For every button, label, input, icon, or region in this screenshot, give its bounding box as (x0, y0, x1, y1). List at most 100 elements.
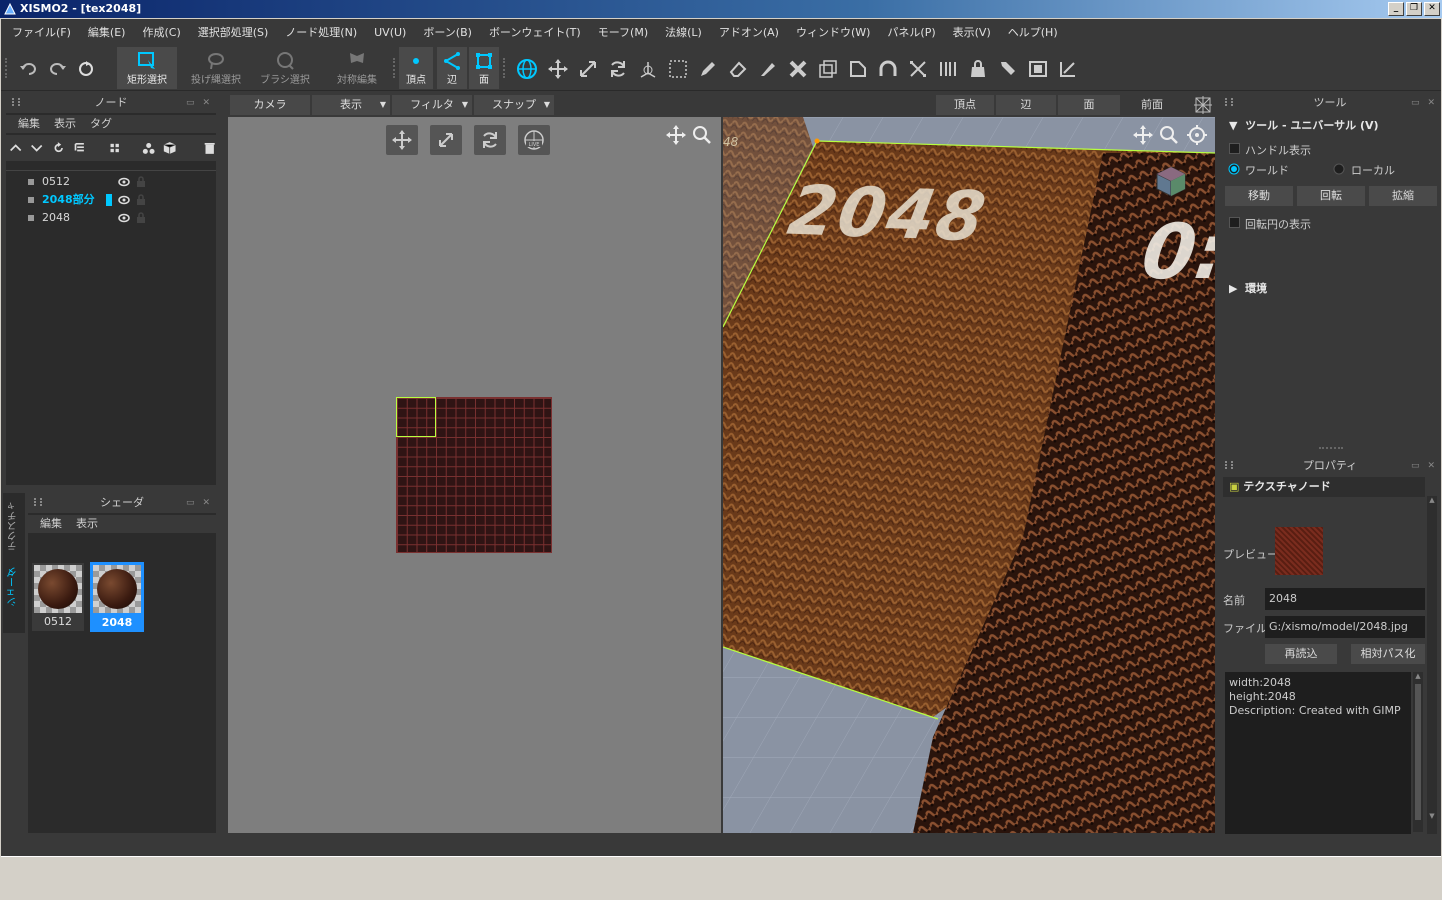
menu-bone-weight[interactable]: ボーンウェイト(T) (489, 24, 581, 40)
float-icon[interactable]: ▭ (1411, 97, 1420, 109)
bridge-icon[interactable] (877, 58, 899, 80)
close-panel-icon[interactable]: ✕ (202, 97, 210, 109)
axis-tool-icon[interactable] (637, 58, 659, 80)
close-panel-icon[interactable]: ✕ (202, 497, 210, 509)
rotate-button[interactable]: 回転 (1297, 186, 1365, 206)
marquee-icon[interactable] (667, 58, 689, 80)
zoom-icon[interactable] (692, 125, 712, 145)
shader-thumb-2048[interactable]: 2048 (90, 562, 144, 632)
tool-section-header[interactable]: ▼ ツール - ユニバーサル (V) (1229, 117, 1379, 133)
globe-icon[interactable] (516, 58, 538, 80)
menu-morph[interactable]: モーフ(M) (598, 24, 648, 40)
refresh-icon[interactable] (52, 140, 65, 156)
node-menu-edit[interactable]: 編集 (18, 115, 40, 133)
menu-uv[interactable]: UV(U) (374, 26, 406, 39)
lasso-select-button[interactable]: 投げ縄選択 (185, 47, 247, 89)
float-icon[interactable]: ▭ (186, 97, 195, 109)
close-panel-icon[interactable]: ✕ (1427, 460, 1435, 472)
reload-button[interactable]: 再読込 (1265, 644, 1337, 664)
shader-menu-view[interactable]: 表示 (76, 515, 98, 533)
scroll-thumb[interactable] (1415, 684, 1421, 820)
grid-icon[interactable] (108, 140, 121, 156)
menu-panel[interactable]: パネル(P) (887, 24, 935, 40)
knife-icon[interactable] (757, 58, 779, 80)
visible-eye-icon[interactable] (118, 177, 130, 187)
tree-item-2048-part[interactable]: 2048部分 (28, 191, 95, 209)
bevel-icon[interactable] (847, 58, 869, 80)
undo-icon[interactable] (17, 58, 39, 80)
minimize-button[interactable]: _ (1388, 2, 1404, 16)
local-radio-icon[interactable] (1333, 163, 1345, 175)
extrude-icon[interactable] (937, 58, 959, 80)
world-radio-icon[interactable] (1228, 163, 1240, 175)
orbit-icon[interactable] (1187, 125, 1207, 145)
eraser-icon[interactable] (727, 58, 749, 80)
environment-section[interactable]: ▶ 環境 (1229, 280, 1267, 296)
panel-grip-icon[interactable] (12, 98, 20, 106)
splitter-grip[interactable] (1319, 447, 1343, 449)
side-tab-shader[interactable]: シェーダ (6, 567, 21, 607)
vertex-point[interactable] (814, 138, 820, 144)
scroll-up-icon[interactable]: ▲ (1413, 672, 1423, 680)
zoom-icon[interactable] (1159, 125, 1179, 145)
brush-select-button[interactable]: ブラシ選択 (255, 47, 315, 89)
snap-dropdown[interactable]: スナップ ▼ (474, 95, 554, 115)
move-up-icon[interactable] (9, 140, 22, 156)
side-tab-texture[interactable]: テクスチャ (6, 501, 21, 551)
face-mode-button[interactable]: 面 (469, 47, 499, 89)
uv-move-button[interactable] (386, 125, 418, 155)
cube-icon[interactable] (163, 140, 176, 156)
file-path-field[interactable]: G:/xismo/model/2048.jpg (1265, 616, 1425, 638)
film-icon[interactable] (1027, 58, 1049, 80)
brush-icon[interactable] (997, 58, 1019, 80)
lock-icon[interactable] (136, 212, 146, 224)
menu-bone[interactable]: ボーン(B) (423, 24, 472, 40)
redo-icon[interactable] (47, 58, 69, 80)
pencil-icon[interactable] (697, 58, 719, 80)
rotate-tool-icon[interactable] (607, 58, 629, 80)
menu-file[interactable]: ファイル(F) (12, 24, 71, 40)
hierarchy-icon[interactable] (73, 140, 86, 156)
lock-icon[interactable] (136, 194, 146, 206)
menu-window[interactable]: ウィンドウ(W) (796, 24, 870, 40)
camera-tab[interactable]: カメラ (230, 95, 310, 115)
wireframe-toggle-icon[interactable] (1193, 95, 1213, 115)
node-menu-view[interactable]: 表示 (54, 115, 76, 133)
symmetric-edit-button[interactable]: 対称編集 (327, 47, 387, 89)
pan-icon[interactable] (1133, 125, 1153, 145)
vertex-view-tab[interactable]: 頂点 (936, 95, 994, 115)
scale-button[interactable]: 拡縮 (1369, 186, 1437, 206)
handle-display-checkbox[interactable] (1229, 143, 1240, 154)
restore-button[interactable]: ❐ (1406, 2, 1422, 16)
lock-icon[interactable] (136, 176, 146, 188)
panel-grip-icon[interactable] (1225, 461, 1233, 469)
move-tool-icon[interactable] (547, 58, 569, 80)
tree-item-2048[interactable]: 2048 (28, 209, 70, 227)
move-down-icon[interactable] (30, 140, 43, 156)
weld-icon[interactable] (787, 58, 809, 80)
scroll-down-icon[interactable]: ▼ (1427, 812, 1437, 820)
trash-icon[interactable] (203, 140, 216, 156)
scroll-up-icon[interactable]: ▲ (1427, 496, 1437, 504)
bone-node-icon[interactable] (142, 140, 155, 156)
view-cube-icon[interactable] (1153, 163, 1189, 199)
view-dropdown[interactable]: 表示 ▼ (312, 95, 390, 115)
uv-viewport[interactable]: LIVE (228, 117, 721, 833)
menu-edit[interactable]: 編集(E) (88, 24, 126, 40)
panel-scrollbar[interactable]: ▲ ▼ (1427, 496, 1437, 836)
uv-scale-button[interactable] (430, 125, 462, 155)
name-field[interactable]: 2048 (1265, 588, 1425, 610)
vertex-mode-button[interactable]: 頂点 (399, 47, 433, 89)
toolbar-grip[interactable] (5, 58, 9, 78)
tree-item-0512[interactable]: 0512 (28, 173, 70, 191)
face-view-tab[interactable]: 面 (1058, 95, 1120, 115)
visible-eye-icon[interactable] (118, 195, 130, 205)
shader-thumb-0512[interactable]: 0512 (32, 563, 84, 631)
menu-node[interactable]: ノード処理(N) (285, 24, 357, 40)
float-icon[interactable]: ▭ (1411, 460, 1420, 472)
uv-selection-box[interactable] (396, 397, 436, 437)
edge-mode-button[interactable]: 辺 (437, 47, 467, 89)
menu-addon[interactable]: アドオン(A) (719, 24, 779, 40)
panel-grip-icon[interactable] (34, 498, 42, 506)
menu-normal[interactable]: 法線(L) (665, 24, 702, 40)
